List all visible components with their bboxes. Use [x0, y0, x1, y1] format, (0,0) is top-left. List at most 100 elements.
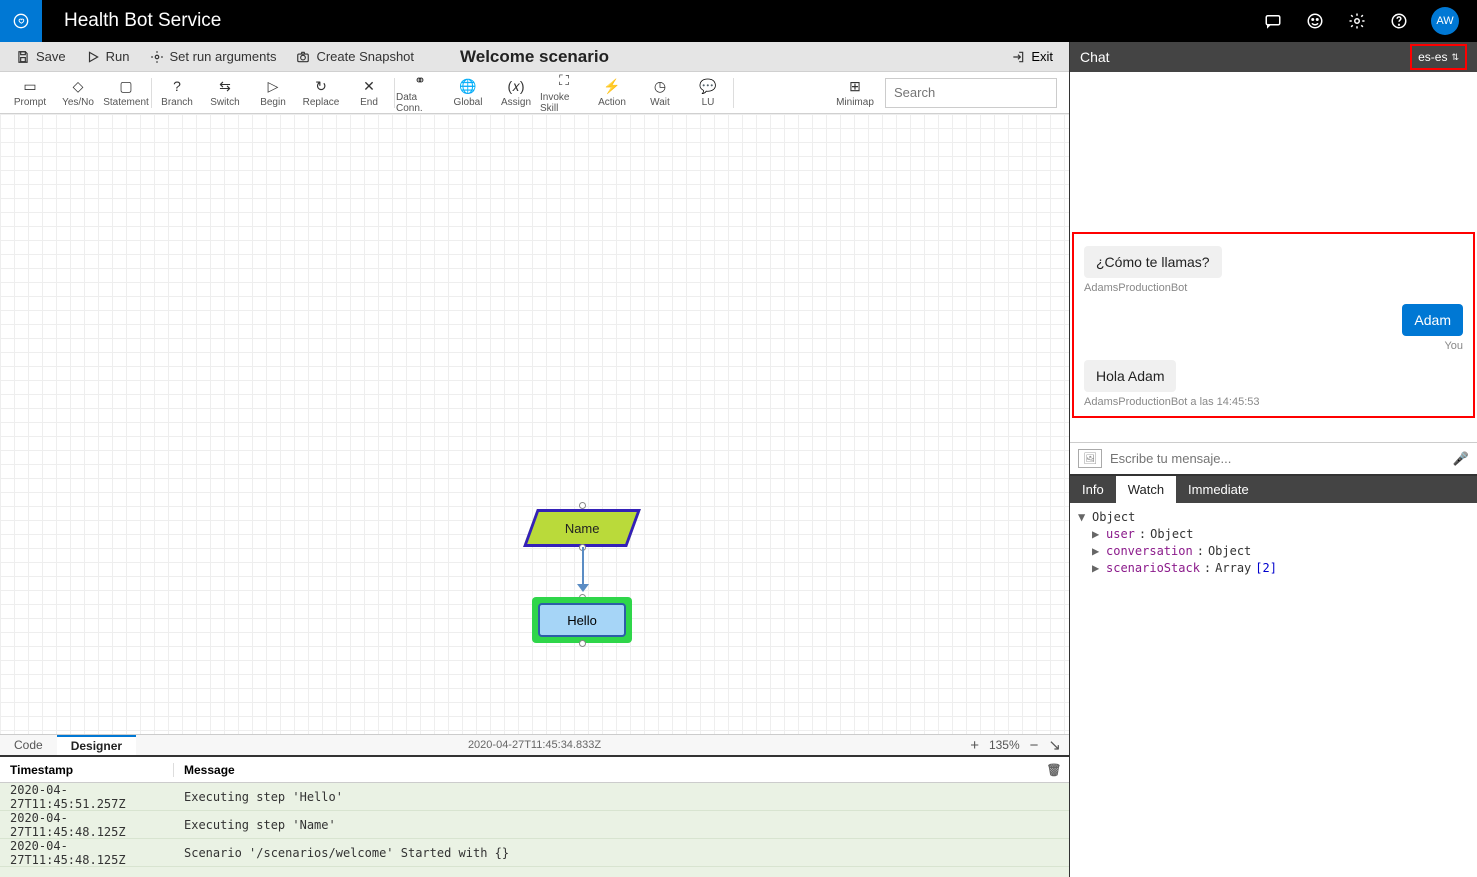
separator	[733, 78, 734, 108]
user-sender-label: You	[1084, 340, 1463, 352]
palette-yesno[interactable]: ◇Yes/No	[54, 72, 102, 114]
watch-panel[interactable]: ▼Object ▶user: Object ▶conversation: Obj…	[1070, 503, 1477, 877]
log-body[interactable]: 2020-04-27T11:45:51.257ZExecuting step '…	[0, 783, 1069, 877]
chat-input[interactable]	[1110, 451, 1445, 466]
debug-tabs: Info Watch Immediate	[1070, 476, 1477, 503]
palette-lu[interactable]: 💬LU	[684, 72, 732, 114]
fit-button[interactable]: ↘	[1048, 736, 1061, 754]
palette-invokeskill[interactable]: ⛶Invoke Skill	[540, 72, 588, 114]
image-icon[interactable]: 🖼	[1078, 449, 1102, 468]
tree-item-user[interactable]: ▶user: Object	[1078, 526, 1469, 543]
caret-right-icon[interactable]: ▶	[1092, 543, 1102, 560]
run-button[interactable]: Run	[86, 49, 130, 64]
separator	[394, 78, 395, 108]
set-run-args-button[interactable]: Set run arguments	[150, 49, 277, 64]
chat-title: Chat	[1080, 49, 1110, 65]
palette-end[interactable]: ✕End	[345, 72, 393, 114]
chat-input-bar: 🖼 🎤	[1070, 442, 1477, 476]
log-row: 2020-04-27T11:45:51.257ZExecuting step '…	[0, 783, 1069, 811]
caret-down-icon[interactable]: ▼	[1078, 509, 1088, 526]
tree-root[interactable]: ▼Object	[1078, 509, 1469, 526]
chat-body: ¿Cómo te llamas? AdamsProductionBot Adam…	[1070, 72, 1477, 442]
node-hello[interactable]: Hello	[532, 597, 632, 643]
help-icon[interactable]	[1389, 11, 1409, 31]
tab-immediate[interactable]: Immediate	[1176, 476, 1261, 503]
mic-icon[interactable]: 🎤	[1453, 451, 1469, 467]
chat-icon[interactable]	[1263, 11, 1283, 31]
chat-header: Chat es-es ⇅	[1070, 42, 1477, 72]
palette-dataconn[interactable]: ⚭Data Conn.	[396, 72, 444, 114]
locale-selector[interactable]: es-es ⇅	[1410, 44, 1467, 70]
arguments-icon	[150, 50, 164, 64]
log-row: 2020-04-27T11:45:48.125ZScenario '/scena…	[0, 839, 1069, 867]
palette-branch[interactable]: ?Branch	[153, 72, 201, 114]
bot-sender-label: AdamsProductionBot	[1084, 282, 1463, 294]
log-header-timestamp: Timestamp	[0, 763, 174, 777]
palette-action[interactable]: ⚡Action	[588, 72, 636, 114]
caret-right-icon[interactable]: ▶	[1092, 560, 1102, 577]
app-title: Health Bot Service	[64, 10, 221, 32]
edge-arrow	[577, 584, 589, 592]
invokeskill-icon: ⛶	[559, 72, 569, 90]
snapshot-button[interactable]: Create Snapshot	[296, 49, 414, 64]
search-input[interactable]	[885, 78, 1057, 108]
tab-designer[interactable]: Designer	[57, 735, 136, 755]
node-name[interactable]: Name	[523, 509, 641, 547]
designer-canvas[interactable]: Name Hello	[0, 114, 1069, 734]
palette-assign[interactable]: (𝑥)Assign	[492, 72, 540, 114]
prompt-icon: ▭	[23, 77, 36, 95]
smiley-icon[interactable]	[1305, 11, 1325, 31]
log-header-message: Message	[174, 763, 1039, 777]
tree-item-scenariostack[interactable]: ▶scenarioStack: Array [2]	[1078, 560, 1469, 577]
scenario-title: Welcome scenario	[460, 47, 609, 67]
caret-right-icon[interactable]: ▶	[1092, 526, 1102, 543]
palette-wait[interactable]: ◷Wait	[636, 72, 684, 114]
end-icon: ✕	[363, 77, 375, 95]
tree-item-conversation[interactable]: ▶conversation: Object	[1078, 543, 1469, 560]
app-logo[interactable]	[0, 0, 42, 42]
chat-highlight: ¿Cómo te llamas? AdamsProductionBot Adam…	[1072, 232, 1475, 418]
minimap-button[interactable]: ⊞Minimap	[831, 77, 879, 108]
wait-icon: ◷	[654, 77, 666, 95]
yesno-icon: ◇	[73, 77, 84, 95]
palette-begin[interactable]: ▷Begin	[249, 72, 297, 114]
save-icon	[16, 50, 30, 64]
bot-sender-meta: AdamsProductionBot a las 14:45:53	[1084, 396, 1463, 408]
action-toolbar: Save Run Set run arguments Create Snapsh…	[0, 42, 1069, 72]
zoom-level: 135%	[989, 738, 1020, 752]
tab-watch[interactable]: Watch	[1116, 476, 1176, 503]
zoom-in-button[interactable]: +	[970, 737, 979, 754]
palette-prompt[interactable]: ▭Prompt	[6, 72, 54, 114]
play-icon	[86, 50, 100, 64]
palette-global[interactable]: 🌐Global	[444, 72, 492, 114]
palette-statement[interactable]: ▢Statement	[102, 72, 150, 114]
top-bar: Health Bot Service AW	[0, 0, 1477, 42]
connector-dot[interactable]	[579, 502, 586, 509]
clear-log-button[interactable]: 🗑	[1039, 763, 1069, 777]
tab-code[interactable]: Code	[0, 735, 57, 755]
action-icon: ⚡	[603, 77, 620, 95]
begin-icon: ▷	[268, 77, 279, 95]
connector-dot[interactable]	[579, 640, 586, 647]
assign-icon: (𝑥)	[507, 77, 524, 95]
log-panel: Timestamp Message 🗑 2020-04-27T11:45:51.…	[0, 755, 1069, 877]
heart-icon	[13, 13, 29, 29]
separator	[151, 78, 152, 108]
gear-icon[interactable]	[1347, 11, 1367, 31]
palette-replace[interactable]: ↻Replace	[297, 72, 345, 114]
statement-icon: ▢	[119, 77, 132, 95]
replace-icon: ↻	[315, 77, 327, 95]
log-row: 2020-04-27T11:45:48.125ZExecuting step '…	[0, 811, 1069, 839]
canvas-timestamp: 2020-04-27T11:45:34.833Z	[468, 739, 601, 751]
chevron-updown-icon: ⇅	[1451, 52, 1459, 63]
exit-button[interactable]: Exit	[1011, 49, 1053, 64]
palette-switch[interactable]: ⇆Switch	[201, 72, 249, 114]
bot-message: Hola Adam	[1084, 360, 1176, 392]
avatar[interactable]: AW	[1431, 7, 1459, 35]
exit-icon	[1011, 50, 1025, 64]
save-button[interactable]: Save	[16, 49, 66, 64]
bot-message: ¿Cómo te llamas?	[1084, 246, 1222, 278]
zoom-out-button[interactable]: −	[1030, 737, 1039, 754]
tab-info[interactable]: Info	[1070, 476, 1116, 503]
camera-icon	[296, 50, 310, 64]
